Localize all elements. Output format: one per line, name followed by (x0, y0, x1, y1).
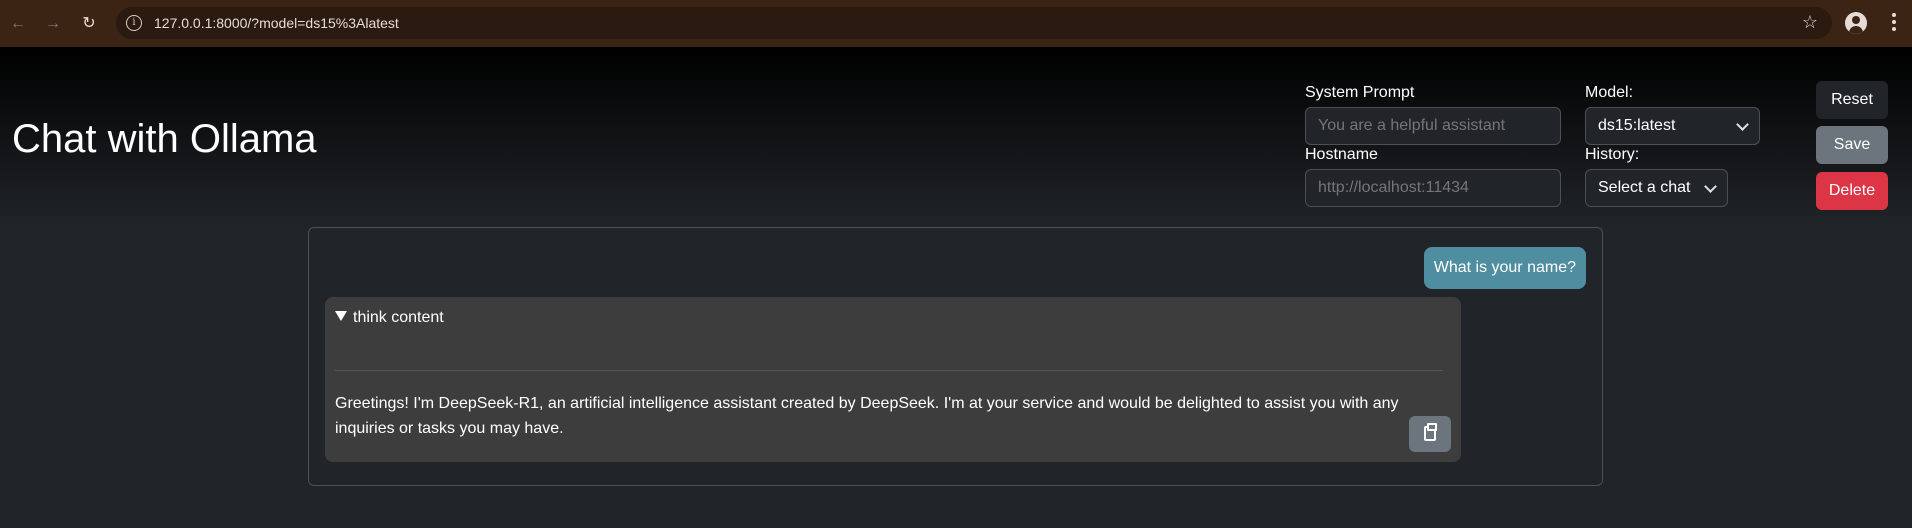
browser-menu-icon[interactable] (1884, 10, 1904, 36)
copy-button[interactable] (1409, 416, 1451, 452)
page-title: Chat with Ollama (12, 117, 317, 161)
history-select-value: Select a chat (1598, 179, 1691, 196)
assistant-message-bubble: think content Greetings! I'm DeepSeek-R1… (325, 297, 1461, 462)
reset-button[interactable]: Reset (1816, 81, 1888, 119)
model-select[interactable]: ds15:latest (1585, 107, 1760, 145)
reload-icon[interactable]: ↻ (77, 12, 101, 36)
assistant-message-text: Greetings! I'm DeepSeek-R1, an artificia… (335, 395, 1399, 437)
clipboard-icon (1424, 423, 1437, 441)
browser-toolbar: ← → ↻ i 127.0.0.1:8000/?model=ds15%3Alat… (0, 0, 1912, 47)
save-button[interactable]: Save (1816, 126, 1888, 164)
history-label: History: (1585, 146, 1640, 163)
divider (335, 370, 1443, 371)
user-message-bubble: What is your name? (1423, 247, 1586, 289)
system-prompt-label: System Prompt (1305, 84, 1415, 101)
hostname-label: Hostname (1305, 146, 1378, 163)
think-content-toggle[interactable]: think content (335, 309, 444, 327)
hostname-input[interactable] (1305, 169, 1561, 207)
chat-container: What is your name? think content Greetin… (308, 227, 1603, 486)
model-select-value: ds15:latest (1598, 117, 1676, 134)
forward-arrow-icon[interactable]: → (41, 12, 65, 36)
system-prompt-input[interactable] (1305, 107, 1561, 145)
chevron-down-icon (1736, 118, 1749, 131)
disclosure-triangle-icon (335, 311, 347, 321)
address-url[interactable]: 127.0.0.1:8000/?model=ds15%3Alatest (154, 15, 399, 31)
address-bar[interactable]: i 127.0.0.1:8000/?model=ds15%3Alatest ☆ (116, 7, 1832, 39)
back-arrow-icon[interactable]: ← (6, 12, 30, 36)
model-label: Model: (1585, 84, 1634, 101)
chevron-down-icon (1704, 180, 1717, 193)
page-header: Chat with Ollama System Prompt Hostname … (0, 47, 1912, 229)
bookmark-star-icon[interactable]: ☆ (1802, 12, 1818, 33)
history-select[interactable]: Select a chat (1585, 169, 1728, 207)
delete-button[interactable]: Delete (1816, 172, 1888, 210)
think-summary-label: think content (353, 309, 444, 326)
profile-avatar-icon[interactable] (1845, 12, 1867, 34)
site-info-icon[interactable]: i (126, 15, 142, 31)
